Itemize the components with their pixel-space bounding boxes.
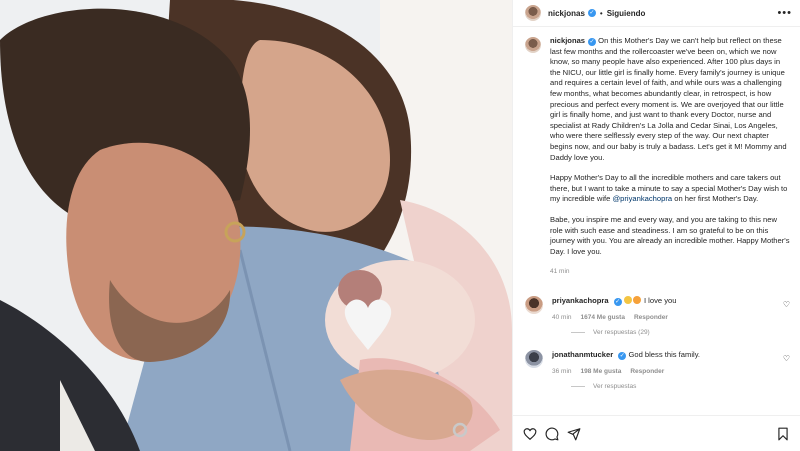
heart-icon[interactable] — [523, 427, 537, 441]
post-actions-bar — [513, 415, 800, 451]
view-replies-button[interactable]: Ver respuestas (29) — [571, 329, 790, 336]
replies-divider — [571, 331, 585, 333]
comment-time: 40 min — [552, 313, 572, 321]
heart-eyes-emoji-icon — [632, 295, 641, 304]
heart-icon[interactable]: ♡ — [783, 300, 790, 309]
comment-likes[interactable]: 198 Me gusta — [581, 368, 622, 375]
avatar[interactable] — [525, 349, 543, 368]
smile-emoji-icon — [623, 295, 632, 304]
reply-button[interactable]: Responder — [634, 314, 668, 321]
comment-likes[interactable]: 1674 Me gusta — [581, 314, 625, 321]
comment-text: I love you — [643, 295, 677, 305]
following-button[interactable]: Siguiendo — [607, 9, 646, 18]
caption-text: on her first Mother's Day. — [672, 194, 759, 204]
post-caption: nickjonas ✓ On this Mother's Day we can't… — [525, 36, 790, 296]
more-icon[interactable]: ••• — [777, 7, 792, 19]
verified-icon: ✓ — [587, 9, 596, 17]
comments-scroll-area[interactable]: nickjonas ✓ On this Mother's Day we can't… — [513, 36, 800, 415]
caption-paragraph-2: Happy Mother's Day to all the incredible… — [550, 173, 790, 205]
avatar[interactable] — [525, 295, 543, 314]
avatar[interactable] — [525, 37, 541, 53]
comment-item: jonathanmtucker ✓ God bless this family.… — [525, 349, 790, 375]
verified-icon: ✓ — [618, 351, 627, 360]
heart-icon[interactable]: ♡ — [783, 354, 790, 363]
caption-paragraph-3: Babe, you inspire me and every way, and … — [550, 214, 790, 256]
post-side-panel: nickjonas ✓ • Siguiendo ••• nickjonas ✓ O… — [512, 0, 800, 451]
family-photo-illustration — [0, 0, 512, 451]
view-replies-label: Ver respuestas — [593, 382, 637, 390]
replies-divider — [571, 385, 585, 387]
comment-time: 36 min — [552, 367, 572, 375]
view-replies-label: Ver respuestas (29) — [593, 328, 650, 336]
view-replies-button[interactable]: Ver respuestas — [571, 383, 790, 390]
comment-item: priyankachopra ✓ I love you 40 min 1674 … — [525, 295, 790, 321]
post-timestamp: 41 min — [550, 268, 570, 276]
bookmark-icon[interactable] — [776, 427, 790, 441]
verified-icon: ✓ — [613, 297, 622, 306]
caption-text: On this Mother's Day we can't help but r… — [550, 36, 787, 162]
verified-icon: ✓ — [588, 38, 597, 46]
comment-icon[interactable] — [545, 427, 559, 441]
comment-text: God bless this family. — [628, 349, 701, 359]
share-icon[interactable] — [567, 427, 581, 441]
separator-dot: • — [599, 8, 603, 18]
caption-username[interactable]: nickjonas — [550, 36, 585, 45]
comment-username[interactable]: priyankachopra — [552, 296, 609, 305]
avatar[interactable] — [525, 5, 541, 21]
post-header: nickjonas ✓ • Siguiendo ••• — [513, 0, 800, 27]
mention-link[interactable]: @priyankachopra — [612, 194, 672, 203]
post-photo[interactable] — [0, 0, 512, 451]
reply-button[interactable]: Responder — [630, 368, 664, 375]
username[interactable]: nickjonas — [548, 9, 585, 18]
comment-username[interactable]: jonathanmtucker — [552, 350, 613, 359]
